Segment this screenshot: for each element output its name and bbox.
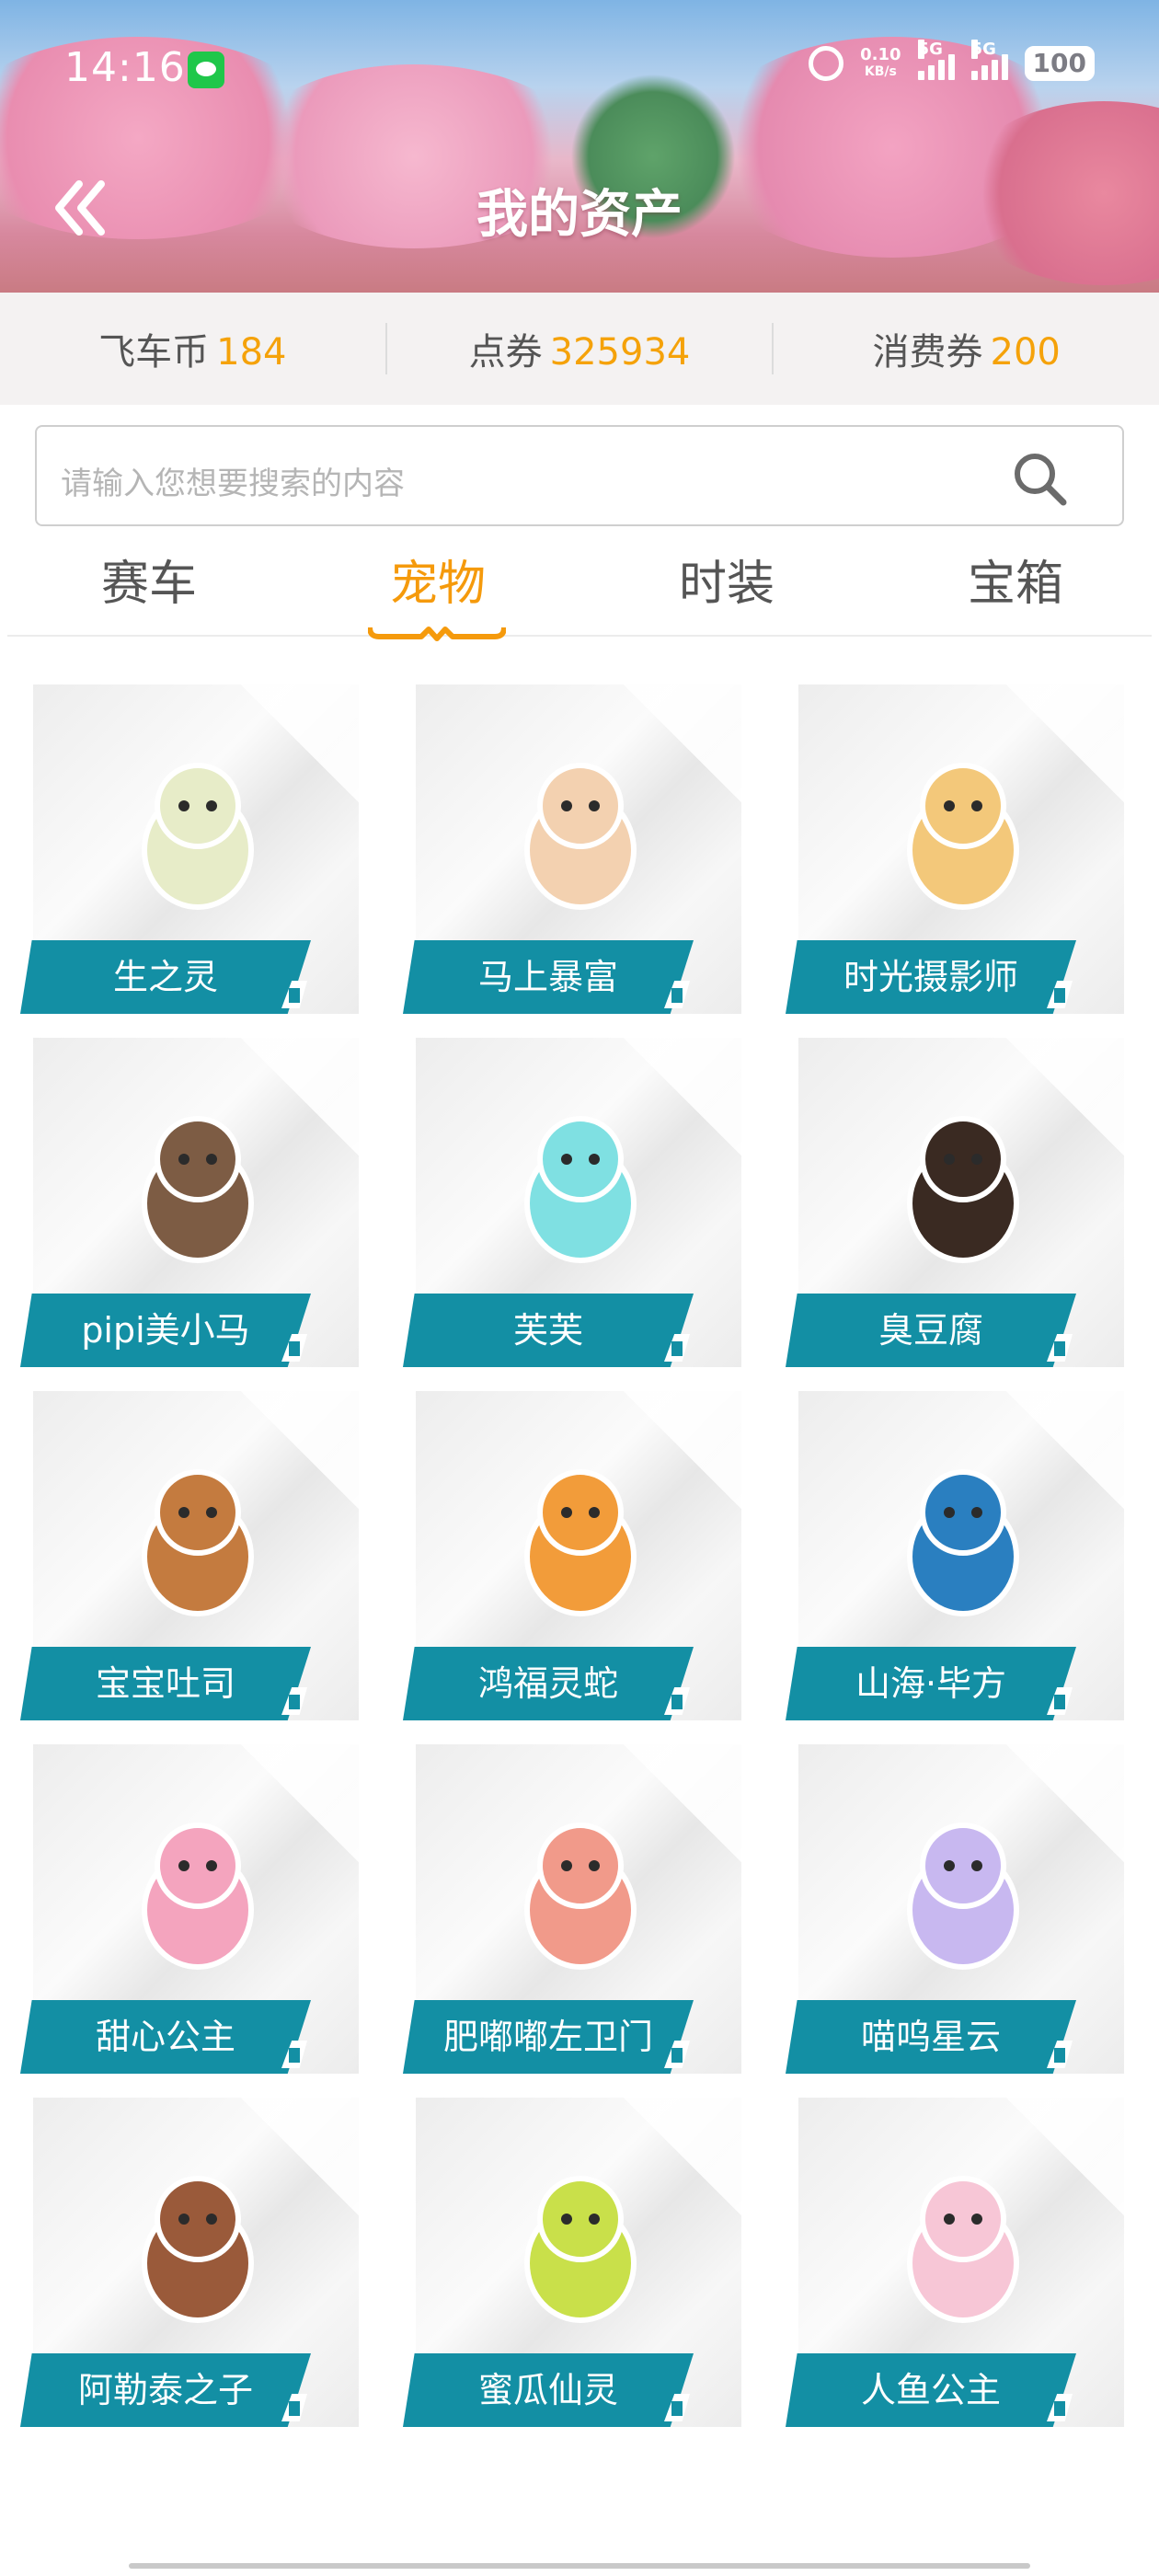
pet-name-label: 时光摄影师 [786, 940, 1076, 1014]
pet-renyugongzhu-icon [907, 2176, 1019, 2323]
pet-hongfulingshe-icon [524, 1469, 637, 1616]
pet-card[interactable]: 臭豆腐 [765, 1038, 1124, 1369]
pet-name-label: 蜜瓜仙灵 [403, 2353, 694, 2427]
header-banner: 14:16 0.10 KB/s 5G 5G 100 我的资产 [0, 0, 1159, 293]
pet-shengzhiling-icon [142, 763, 254, 910]
pet-name-label: 鸿福灵蛇 [403, 1647, 694, 1720]
pet-name-label: 喵呜星云 [786, 2000, 1076, 2074]
wechat-notification-icon [188, 52, 224, 88]
search-placeholder: 请输入您想要搜索的内容 [61, 466, 405, 502]
pet-name-label: 肥嘟嘟左卫门 [403, 2000, 694, 2074]
tab-pets[interactable]: 宠物 [346, 545, 530, 614]
currency-label: 消费券 [872, 331, 983, 374]
pet-card[interactable]: 阿勒泰之子 [0, 2098, 359, 2429]
pet-baobaotusi-icon [142, 1469, 254, 1616]
signal-icon: 5G [917, 40, 955, 80]
currency-value: 184 [216, 331, 287, 374]
tab-chests[interactable]: 宝箱 [924, 545, 1107, 614]
pet-card[interactable]: 生之灵 [0, 684, 359, 1016]
pet-name-label: 甜心公主 [20, 2000, 311, 2074]
search-icon[interactable] [1010, 449, 1069, 508]
currency-bar: 飞车币 184 点券 325934 消费券 200 [0, 293, 1159, 405]
pet-name-label: pipi美小马 [20, 1294, 311, 1367]
net-speed-unit: KB/s [864, 64, 897, 79]
search-input[interactable]: 请输入您想要搜索的内容 [35, 425, 1124, 526]
pet-name-label: 人鱼公主 [786, 2353, 1076, 2427]
pet-card[interactable]: 人鱼公主 [765, 2098, 1124, 2429]
tabs-divider [7, 635, 1152, 637]
pet-name-label: 宝宝吐司 [20, 1647, 311, 1720]
pet-feidudu-icon [524, 1823, 637, 1970]
pet-card[interactable]: 时光摄影师 [765, 684, 1124, 1016]
pet-shiguangsheyingshi-icon [907, 763, 1019, 910]
pet-card[interactable]: 宝宝吐司 [0, 1391, 359, 1722]
pet-name-label: 芙芙 [403, 1294, 694, 1367]
category-tabs: 赛车 宠物 时装 宝箱 [0, 545, 1159, 637]
scroll-indicator [129, 2563, 1030, 2569]
pet-card[interactable]: 山海·毕方 [765, 1391, 1124, 1722]
signal-icon: 5G [970, 40, 1008, 80]
pet-name-label: 阿勒泰之子 [20, 2353, 311, 2427]
pet-card[interactable]: 甜心公主 [0, 1744, 359, 2076]
pet-name-label: 生之灵 [20, 940, 311, 1014]
tab-cars[interactable]: 赛车 [57, 545, 241, 614]
net-speed-value: 0.10 [860, 45, 901, 64]
pet-card[interactable]: pipi美小马 [0, 1038, 359, 1369]
page-title: 我的资产 [476, 185, 683, 245]
pet-pipimeixiaoma-icon [142, 1116, 254, 1263]
battery-icon: 100 [1024, 46, 1095, 81]
status-time: 14:16 [64, 44, 186, 91]
signal-label: 5G [917, 40, 943, 59]
pet-shanhaibifang-icon [907, 1469, 1019, 1616]
pet-card[interactable]: 鸿福灵蛇 [383, 1391, 741, 1722]
pet-name-label: 马上暴富 [403, 940, 694, 1014]
pet-card[interactable]: 肥嘟嘟左卫门 [383, 1744, 741, 2076]
pet-card[interactable]: 芙芙 [383, 1038, 741, 1369]
currency-dianquan: 点券 325934 [387, 322, 773, 375]
currency-label: 点券 [468, 331, 543, 374]
pet-name-label: 山海·毕方 [786, 1647, 1076, 1720]
currency-value: 200 [990, 331, 1061, 374]
pet-miguaxianling-icon [524, 2176, 637, 2323]
status-icons: 0.10 KB/s 5G 5G 100 [809, 40, 1095, 81]
pet-name-label: 臭豆腐 [786, 1294, 1076, 1367]
signal-label: 5G [970, 40, 996, 59]
net-speed: 0.10 KB/s [860, 47, 901, 80]
currency-feicheibi: 飞车币 184 [0, 322, 385, 375]
currency-label: 飞车币 [98, 331, 210, 374]
tab-fashion[interactable]: 时装 [635, 545, 819, 614]
pet-card[interactable]: 喵呜星云 [765, 1744, 1124, 2076]
pet-fufu-icon [524, 1116, 637, 1263]
pet-miaowuxingyun-icon [907, 1823, 1019, 1970]
currency-xiaofeiquan: 消费券 200 [774, 322, 1159, 375]
pet-mashangbaofu-icon [524, 763, 637, 910]
pet-card[interactable]: 马上暴富 [383, 684, 741, 1016]
pet-aletaizhizi-icon [142, 2176, 254, 2323]
currency-value: 325934 [549, 331, 691, 374]
alarm-icon [809, 46, 844, 81]
active-tab-indicator [368, 627, 506, 641]
pet-tianxingongzhu-icon [142, 1823, 254, 1970]
pet-card[interactable]: 蜜瓜仙灵 [383, 2098, 741, 2429]
pet-choudoufu-icon [907, 1116, 1019, 1263]
